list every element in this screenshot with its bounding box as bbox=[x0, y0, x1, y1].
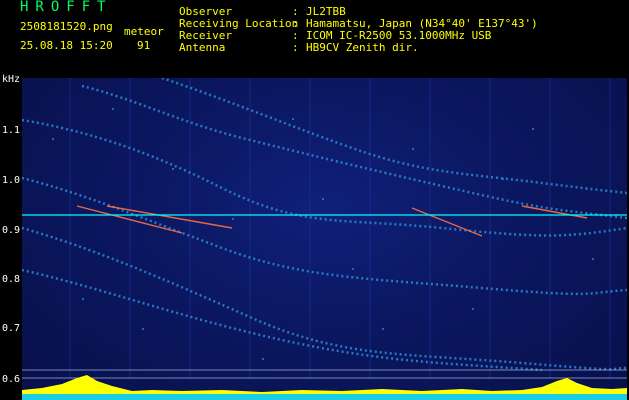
detection-count: 91 bbox=[137, 39, 151, 52]
level-baseline bbox=[22, 394, 627, 400]
freq-label: 0.7 bbox=[2, 323, 21, 334]
title: HROFFT bbox=[20, 0, 113, 15]
freq-label: 0.6 bbox=[2, 374, 21, 385]
freq-label: 1.1 bbox=[2, 125, 21, 136]
drifting-signal-traces bbox=[22, 78, 627, 372]
freq-label: 0.9 bbox=[2, 225, 21, 236]
spectrogram bbox=[22, 78, 627, 400]
minute-gridlines bbox=[69, 78, 611, 378]
spectrogram-svg bbox=[22, 78, 627, 400]
info-label-antenna: Antenna bbox=[179, 41, 226, 54]
unit-label: kHz bbox=[2, 74, 21, 85]
freq-label: 0.8 bbox=[2, 274, 21, 285]
filename: 2508181520.png bbox=[20, 20, 113, 33]
detection-type: meteor bbox=[124, 25, 164, 38]
datetime: 25.08.18 15:20 bbox=[20, 39, 113, 52]
freq-label: 1.0 bbox=[2, 175, 21, 186]
info-colon: : bbox=[292, 41, 299, 54]
info-value-antenna: HB9CV Zenith dir. bbox=[306, 41, 419, 54]
noise-speckles bbox=[52, 108, 594, 360]
meteor-streaks bbox=[76, 205, 588, 237]
